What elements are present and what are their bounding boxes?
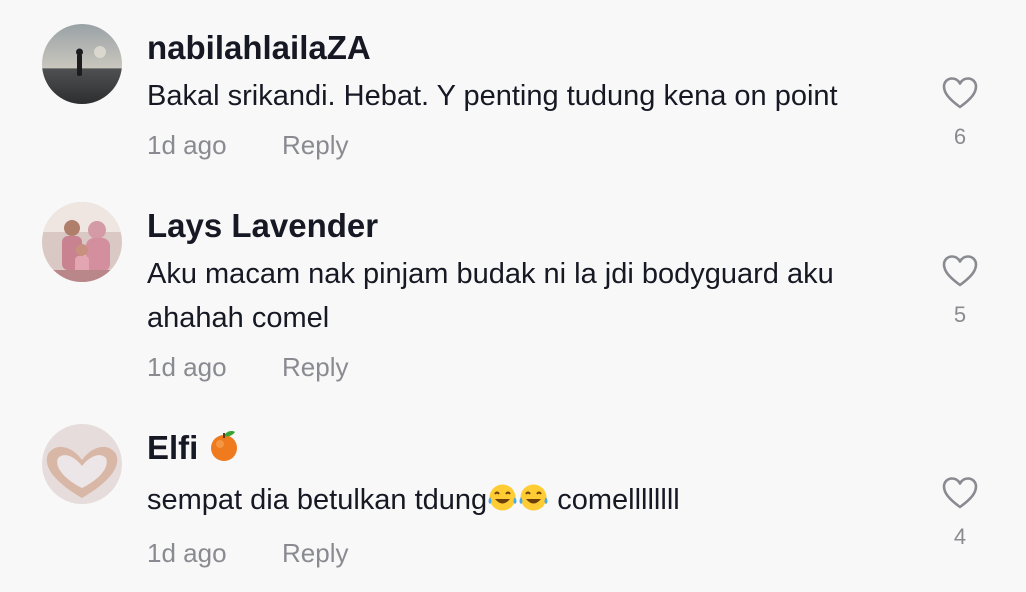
like-count: 4: [953, 524, 967, 549]
avatar-image: [42, 424, 122, 504]
reply-button[interactable]: Reply: [282, 350, 348, 384]
comment-body: nabilahlailaZA Bakal srikandi. Hebat. Y …: [147, 28, 917, 162]
like-control: 6: [940, 76, 980, 150]
tangerine-emoji-icon: [208, 429, 240, 472]
username[interactable]: Elfi: [147, 429, 198, 466]
comment-meta: 1d ago Reply: [147, 536, 917, 570]
like-control: 5: [940, 254, 980, 328]
comment-body: Lays Lavender Aku macam nak pinjam budak…: [147, 206, 917, 384]
reply-button[interactable]: Reply: [282, 536, 348, 570]
avatar-image: [42, 202, 122, 282]
comment-text: Bakal srikandi. Hebat. Y penting tudung …: [147, 80, 838, 112]
timestamp: 1d ago: [147, 352, 227, 382]
heart-icon[interactable]: [941, 76, 979, 110]
timestamp: 1d ago: [147, 130, 227, 160]
comment-body: Elfi sempat dia betulkan tdung comelllll…: [147, 428, 917, 570]
reply-button[interactable]: Reply: [282, 128, 348, 162]
comment-text: sempat dia betulkan tdung comellllllll: [147, 478, 917, 526]
username-row: Elfi: [147, 428, 917, 472]
username[interactable]: nabilahlailaZA: [147, 28, 917, 68]
comment-text-line: ahahah comel: [147, 302, 330, 334]
like-control: 4: [940, 476, 980, 550]
comment-text: Aku macam nak pinjam budak ni la jdi bod…: [147, 252, 917, 340]
comment-meta: 1d ago Reply: [147, 128, 917, 162]
comment-text-part: comellllllll: [549, 484, 680, 516]
comment-text-part: sempat dia betulkan tdung: [147, 484, 488, 516]
timestamp: 1d ago: [147, 538, 227, 568]
heart-icon[interactable]: [941, 254, 979, 288]
tears-of-joy-emoji-icon: [518, 482, 549, 526]
avatar[interactable]: [42, 424, 122, 504]
username[interactable]: Lays Lavender: [147, 206, 917, 246]
comment-meta: 1d ago Reply: [147, 350, 917, 384]
avatar-image: [42, 24, 122, 104]
like-count: 5: [953, 302, 967, 327]
tears-of-joy-emoji-icon: [487, 482, 518, 526]
avatar[interactable]: [42, 202, 122, 282]
like-count: 6: [953, 124, 967, 149]
comment-text-line: Aku macam nak pinjam budak ni la jdi bod…: [147, 258, 834, 290]
heart-icon[interactable]: [941, 476, 979, 510]
avatar[interactable]: [42, 24, 122, 104]
comment-list: nabilahlailaZA Bakal srikandi. Hebat. Y …: [0, 0, 1026, 592]
